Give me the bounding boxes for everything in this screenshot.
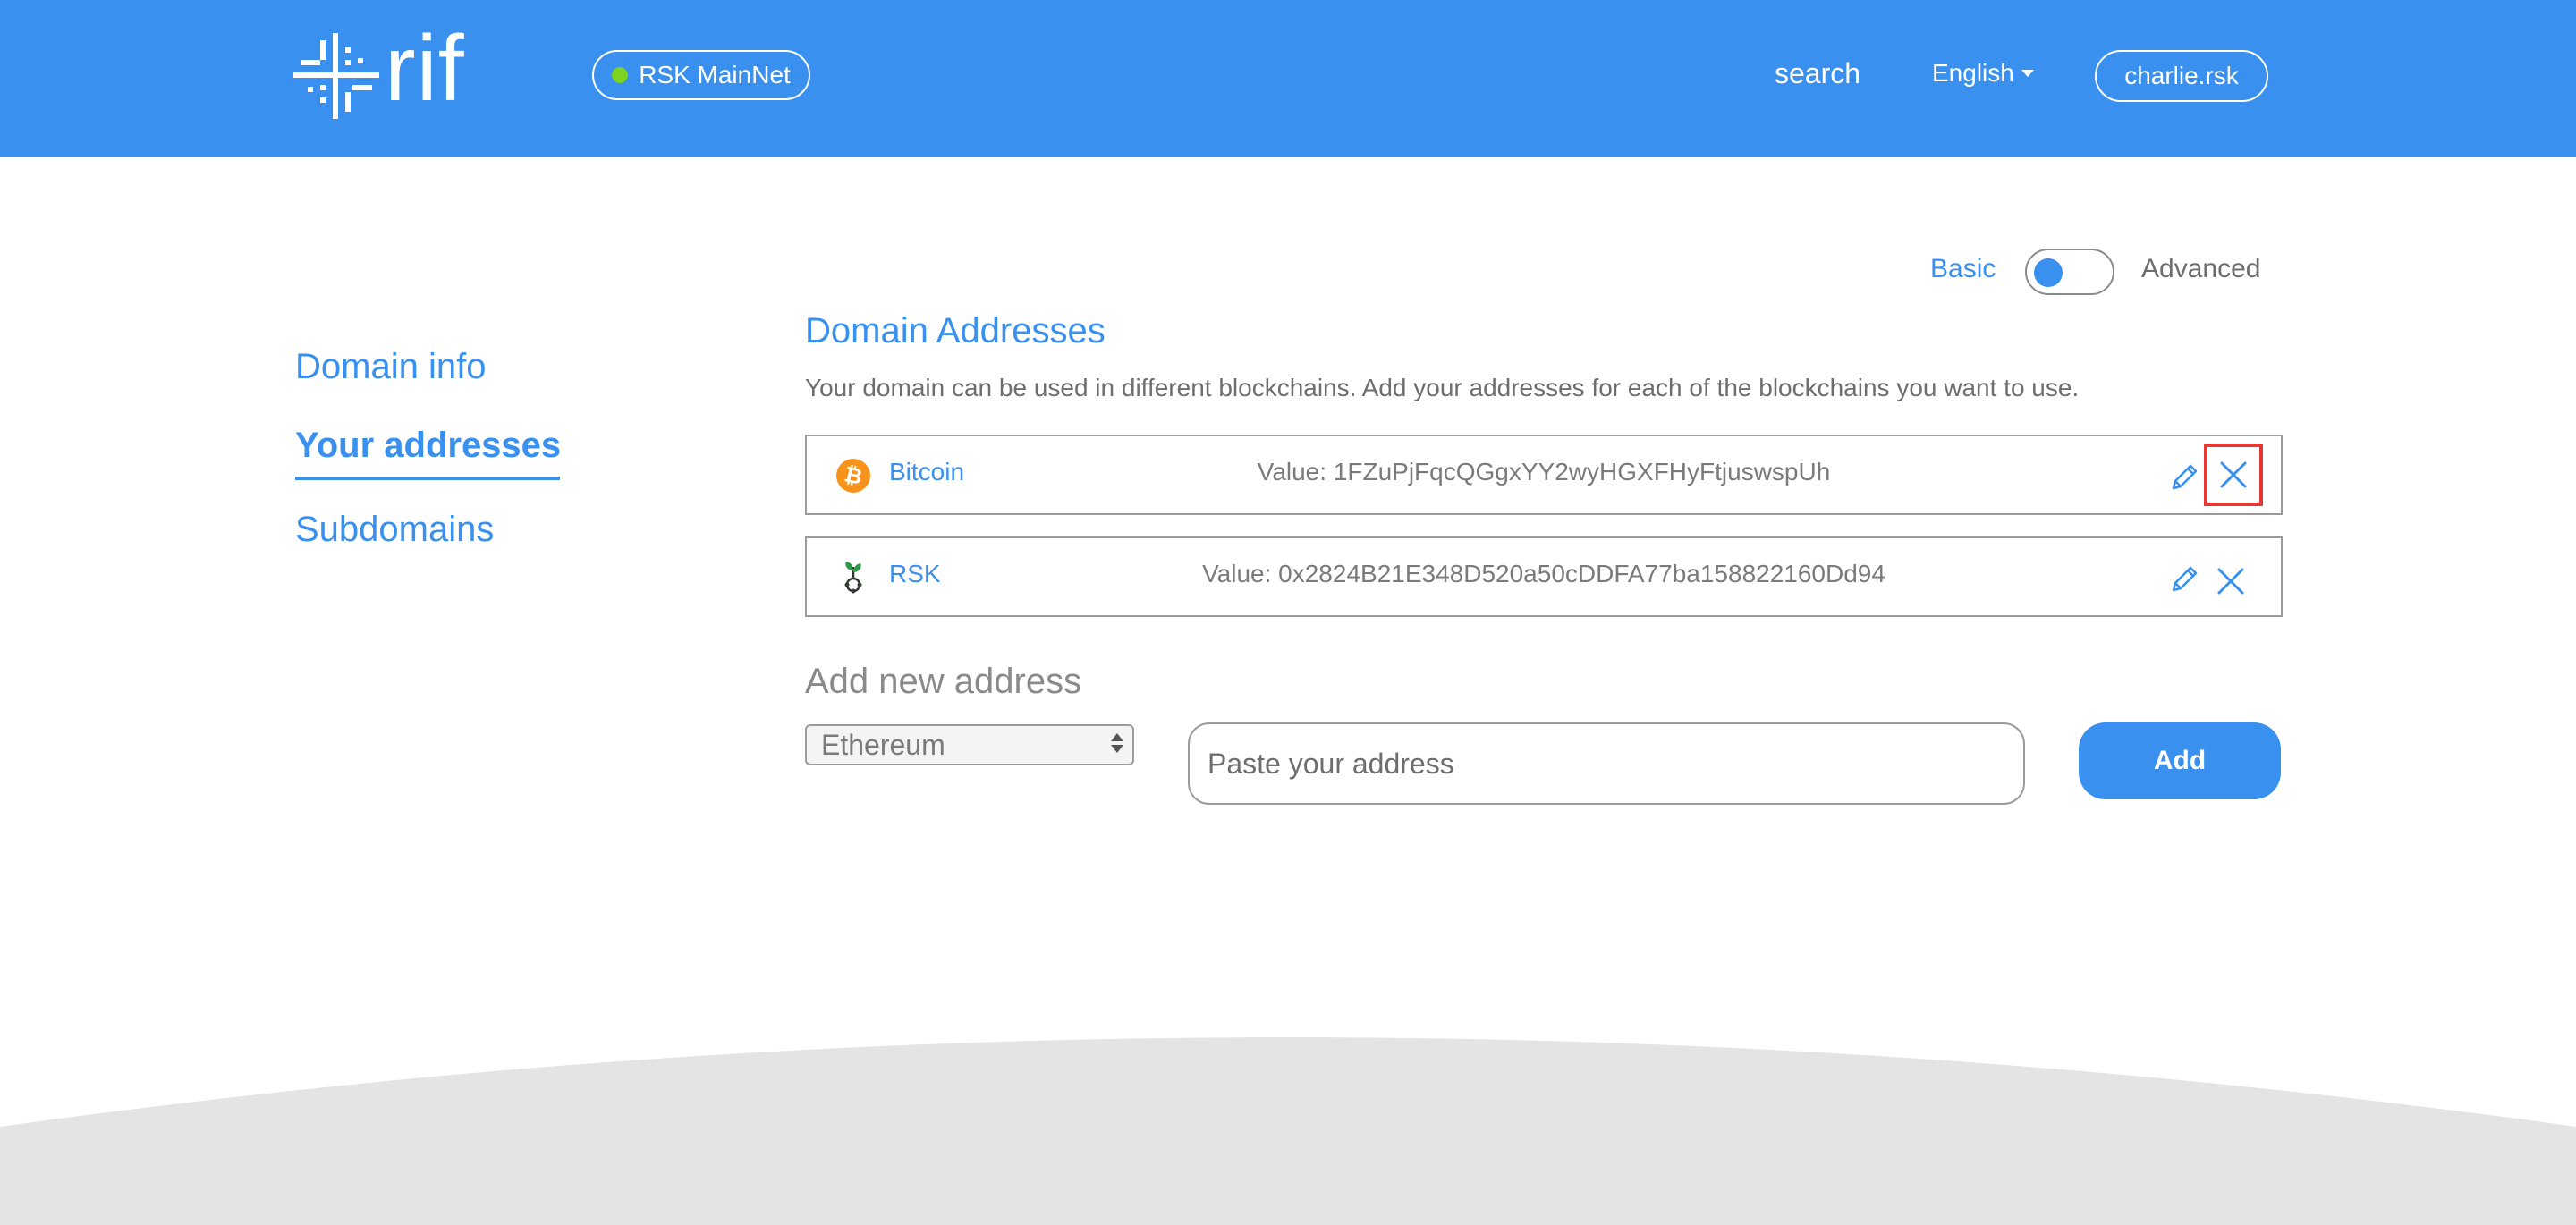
add-address-title: Add new address <box>805 662 1082 701</box>
select-arrows-icon <box>1111 733 1123 753</box>
address-row-bitcoin: ₿ Bitcoin Value: 1FZuPjFqcQGgxYY2wyHGXFH… <box>805 435 2283 515</box>
edit-button[interactable] <box>2166 460 2202 495</box>
pencil-icon <box>2172 566 2198 592</box>
chain-select[interactable]: Ethereum <box>805 724 1134 765</box>
mode-toggle-switch[interactable] <box>2025 249 2114 295</box>
close-icon <box>2217 568 2244 595</box>
sidebar-item-domain-info[interactable]: Domain info <box>295 347 486 387</box>
delete-button[interactable] <box>2206 556 2256 606</box>
toggle-knob <box>2034 258 2063 287</box>
chain-select-value: Ethereum <box>821 728 945 761</box>
chevron-down-icon <box>2021 70 2034 77</box>
sidebar-item-your-addresses[interactable]: Your addresses <box>295 426 561 466</box>
mode-advanced-label[interactable]: Advanced <box>2141 254 2260 284</box>
network-status-dot <box>612 67 629 83</box>
footer-curve <box>0 1037 2576 1225</box>
language-label: English <box>1932 59 2014 87</box>
network-label: RSK MainNet <box>639 61 791 89</box>
address-value: Value: 1FZuPjFqcQGgxYY2wyHGXFHyFtjuswspU… <box>1257 458 1831 486</box>
edit-button[interactable] <box>2166 562 2202 597</box>
add-button[interactable]: Add <box>2079 722 2281 799</box>
top-navbar: rif RSK MainNet search English charlie.r… <box>0 0 2576 157</box>
close-icon <box>2220 461 2247 488</box>
language-dropdown[interactable]: English <box>1932 59 2034 88</box>
pencil-icon <box>2172 464 2198 490</box>
account-button[interactable]: charlie.rsk <box>2095 50 2268 102</box>
sidebar-item-subdomains[interactable]: Subdomains <box>295 510 494 550</box>
logo-text: rif <box>385 17 465 121</box>
delete-button[interactable] <box>2204 444 2263 506</box>
address-row-rsk: RSK Value: 0x2824B21E348D520a50cDDFA77ba… <box>805 536 2283 617</box>
page-title: Domain Addresses <box>805 311 1106 351</box>
network-badge[interactable]: RSK MainNet <box>592 50 810 100</box>
account-label: charlie.rsk <box>2124 62 2239 89</box>
address-input[interactable] <box>1188 722 2025 805</box>
rif-logo-icon <box>293 33 379 119</box>
active-item-underline <box>295 477 560 480</box>
mode-basic-label[interactable]: Basic <box>1930 254 1996 284</box>
address-value: Value: 0x2824B21E348D520a50cDDFA77ba1588… <box>1202 560 1885 587</box>
rif-logo[interactable]: rif <box>293 22 465 122</box>
search-link[interactable]: search <box>1775 57 1860 90</box>
section-description: Your domain can be used in different blo… <box>805 374 2080 401</box>
